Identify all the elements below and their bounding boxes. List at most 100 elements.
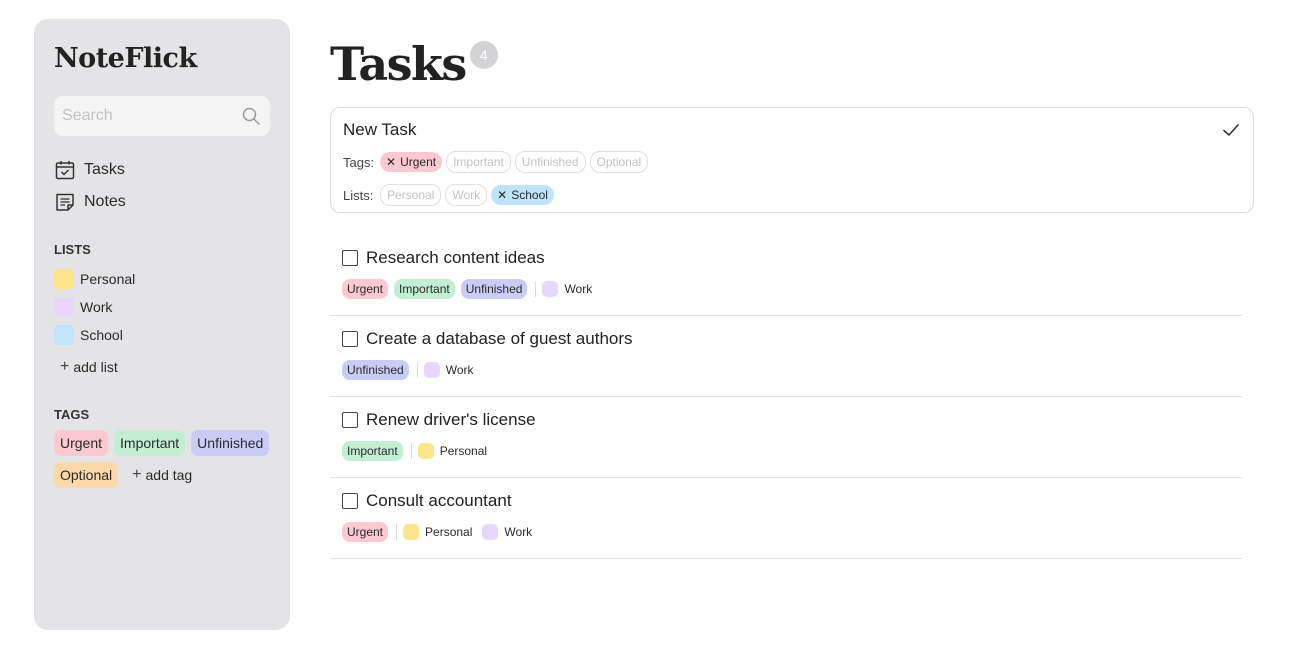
calendar-check-icon bbox=[55, 161, 75, 180]
sidebar-list-work[interactable]: Work bbox=[54, 293, 270, 321]
search-icon[interactable] bbox=[241, 106, 261, 126]
chip-label: Urgent bbox=[400, 155, 437, 169]
chip-unfinished[interactable]: Unfinished bbox=[514, 151, 586, 173]
sidebar-list-personal[interactable]: Personal bbox=[54, 265, 270, 293]
task-row: Create a database of guest authors Unfin… bbox=[330, 316, 1243, 397]
plus-icon: + bbox=[60, 358, 70, 375]
add-list-label: add list bbox=[73, 359, 118, 375]
sidebar-list-school[interactable]: School bbox=[54, 321, 270, 349]
task-meta: Urgent Important Unfinished Work bbox=[342, 279, 1231, 299]
list-label: Work bbox=[445, 363, 474, 377]
divider bbox=[396, 524, 398, 540]
task-meta: Urgent Personal Work bbox=[342, 522, 1231, 542]
task-head: Create a database of guest authors bbox=[342, 329, 1231, 349]
sidebar-tag-important[interactable]: Important bbox=[114, 430, 186, 456]
task-title[interactable]: Research content ideas bbox=[366, 248, 545, 268]
tag-unfinished: Unfinished bbox=[460, 279, 528, 299]
task-checkbox[interactable] bbox=[342, 412, 358, 428]
tag-urgent: Urgent bbox=[342, 279, 389, 299]
checkmark-icon[interactable] bbox=[1221, 120, 1241, 140]
sidebar: NoteFlick Tasks bbox=[34, 19, 290, 630]
note-icon bbox=[56, 193, 74, 211]
add-tag-button[interactable]: + add tag bbox=[124, 462, 192, 488]
task-meta: Unfinished Work bbox=[342, 360, 1231, 380]
search-box bbox=[54, 96, 270, 136]
personal-swatch bbox=[403, 524, 420, 540]
list-label: Personal bbox=[80, 271, 136, 287]
work-swatch bbox=[542, 281, 559, 297]
tag-important: Important bbox=[342, 441, 403, 461]
task-title[interactable]: Create a database of guest authors bbox=[366, 329, 633, 349]
task-title[interactable]: Consult accountant bbox=[366, 491, 512, 511]
lists-heading: LISTS bbox=[54, 242, 91, 257]
work-swatch bbox=[482, 524, 499, 540]
list-label: Personal bbox=[439, 444, 488, 458]
remove-icon: ✕ bbox=[497, 188, 508, 202]
list-label: Work bbox=[504, 525, 533, 539]
personal-swatch bbox=[417, 443, 434, 459]
app-brand: NoteFlick bbox=[54, 43, 197, 74]
list-work: Work bbox=[542, 281, 592, 297]
chip-work[interactable]: Work bbox=[445, 184, 488, 206]
new-task-tags-row: Tags: ✕ Urgent Important Unfinished Opti… bbox=[343, 151, 1241, 173]
task-head: Consult accountant bbox=[342, 491, 1231, 511]
plus-icon: + bbox=[132, 466, 142, 483]
list-label: Work bbox=[564, 282, 593, 296]
new-task-card: New Task Tags: ✕ Urgent Important Unfini… bbox=[330, 107, 1254, 213]
list-work: Work bbox=[423, 362, 474, 378]
chip-personal[interactable]: Personal bbox=[380, 184, 442, 206]
sidebar-tag-urgent[interactable]: Urgent bbox=[54, 430, 109, 456]
divider bbox=[416, 362, 418, 378]
work-swatch bbox=[54, 297, 74, 317]
lists-label: Lists: bbox=[343, 187, 374, 203]
work-swatch bbox=[423, 362, 440, 378]
list-work: Work bbox=[482, 524, 532, 540]
personal-swatch bbox=[54, 269, 74, 289]
task-row: Consult accountant Urgent Personal Work bbox=[330, 478, 1243, 559]
tag-urgent: Urgent bbox=[342, 522, 389, 542]
sidebar-tag-unfinished[interactable]: Unfinished bbox=[191, 430, 270, 456]
list-personal: Personal bbox=[417, 443, 488, 459]
task-checkbox[interactable] bbox=[342, 331, 358, 347]
tags-container: Urgent Important Unfinished Optional + a… bbox=[54, 430, 274, 488]
chip-school-selected[interactable]: ✕ School bbox=[491, 185, 554, 205]
nav-item-tasks[interactable]: Tasks bbox=[54, 154, 270, 186]
list-label: Work bbox=[80, 299, 113, 315]
add-list-button[interactable]: + add list bbox=[54, 353, 270, 381]
task-list: Research content ideas Urgent Important … bbox=[330, 235, 1243, 559]
nav-label-notes: Notes bbox=[84, 193, 126, 210]
add-tag-label: add tag bbox=[145, 467, 193, 483]
tags-heading: TAGS bbox=[54, 407, 90, 422]
task-head: Research content ideas bbox=[342, 248, 1231, 268]
search-input[interactable] bbox=[62, 107, 232, 125]
chip-urgent-selected[interactable]: ✕ Urgent bbox=[380, 152, 443, 172]
divider bbox=[410, 443, 412, 459]
task-head: Renew driver's license bbox=[342, 410, 1231, 430]
task-checkbox[interactable] bbox=[342, 250, 358, 266]
task-meta: Important Personal bbox=[342, 441, 1231, 461]
school-swatch bbox=[54, 325, 74, 345]
main-content: Tasks 4 New Task Tags: ✕ Urgent Importan… bbox=[330, 36, 1254, 559]
task-row: Research content ideas Urgent Important … bbox=[330, 235, 1243, 316]
tags-label: Tags: bbox=[343, 154, 375, 170]
new-task-title-input[interactable]: New Task bbox=[343, 120, 1241, 140]
task-checkbox[interactable] bbox=[342, 493, 358, 509]
tag-unfinished: Unfinished bbox=[342, 360, 409, 380]
chip-important[interactable]: Important bbox=[446, 151, 511, 173]
task-row: Renew driver's license Important Persona… bbox=[330, 397, 1243, 478]
nav-item-notes[interactable]: Notes bbox=[54, 186, 270, 218]
list-label: School bbox=[80, 327, 123, 343]
title-row: Tasks 4 bbox=[330, 36, 1254, 92]
remove-icon: ✕ bbox=[386, 155, 397, 169]
task-count-badge: 4 bbox=[469, 41, 498, 69]
sidebar-tag-optional[interactable]: Optional bbox=[54, 462, 119, 488]
list-label: Personal bbox=[425, 525, 473, 539]
divider bbox=[535, 281, 537, 297]
task-title[interactable]: Renew driver's license bbox=[366, 410, 536, 430]
chip-optional[interactable]: Optional bbox=[589, 151, 649, 173]
lists-container: Personal Work School + add list bbox=[54, 265, 270, 381]
list-personal: Personal bbox=[403, 524, 472, 540]
main-nav: Tasks Notes bbox=[54, 154, 270, 218]
tag-important: Important bbox=[394, 279, 455, 299]
page-title: Tasks bbox=[330, 37, 467, 91]
